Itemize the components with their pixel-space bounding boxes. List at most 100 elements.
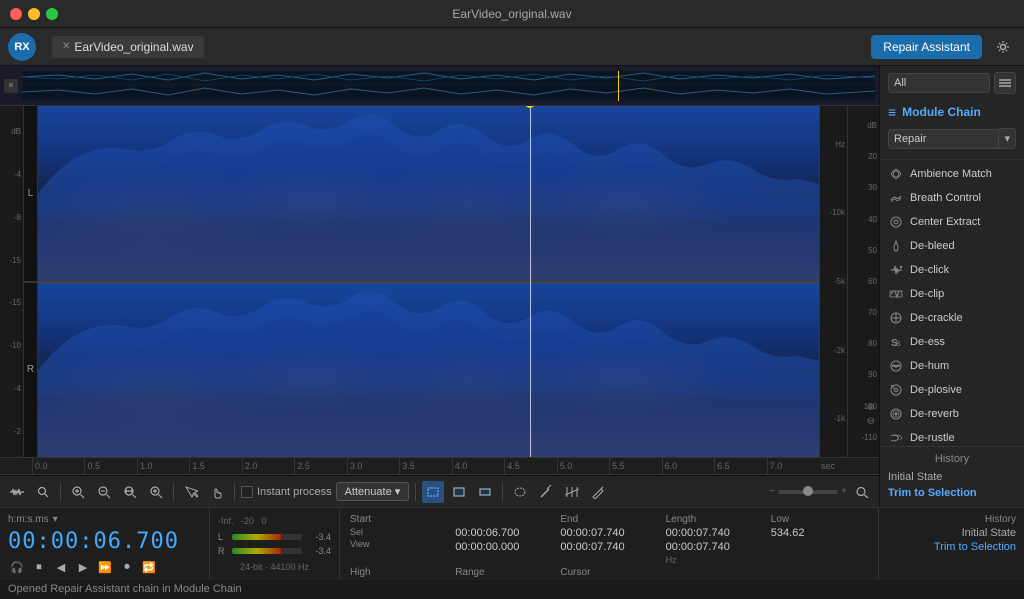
- category-select[interactable]: Repair: [888, 129, 999, 149]
- time-tick-7: 3.5: [399, 458, 451, 474]
- record-btn[interactable]: ⏺: [118, 558, 136, 576]
- channel-l-label: L: [24, 106, 38, 283]
- sel-col-end: End 00:00:07.740 00:00:07.740: [560, 514, 657, 565]
- play-btn[interactable]: ▶: [74, 558, 92, 576]
- repair-assistant-button[interactable]: Repair Assistant: [871, 35, 982, 59]
- pointer-tool-btn[interactable]: [180, 481, 202, 503]
- rect-select-btn[interactable]: [422, 481, 444, 503]
- eq-match-btn[interactable]: [561, 481, 583, 503]
- status-bar: h:m:s.ms ▾ 00:00:06.700 🎧 ⏹ ◀ ▶ ⏩ ⏺ 🔁 -I…: [0, 507, 1024, 579]
- pencil-tool-btn[interactable]: [587, 481, 609, 503]
- de-crackle-icon: [888, 310, 904, 326]
- zoom-plus-icon[interactable]: +: [841, 486, 847, 497]
- module-item-de-reverb[interactable]: De-reverb: [880, 402, 1024, 426]
- module-item-de-plosive[interactable]: De-plosive: [880, 378, 1024, 402]
- hand-tool-btn[interactable]: [206, 481, 228, 503]
- time-select-btn[interactable]: [448, 481, 470, 503]
- sel-col-length: Length 00:00:07.740 00:00:07.740 Hz: [666, 514, 763, 565]
- time-tick-10: 5.0: [557, 458, 609, 474]
- category-select-row: Repair ▾: [888, 128, 1016, 149]
- instant-process-checkbox[interactable]: [241, 486, 253, 498]
- separator-3: [234, 483, 235, 501]
- window-title: EarVideo_original.wav: [452, 7, 571, 21]
- module-item-de-rustle[interactable]: De-rustle: [880, 426, 1024, 446]
- zoom-selection-btn[interactable]: [145, 481, 167, 503]
- status-message-bar: Opened Repair Assistant chain in Module …: [0, 579, 1024, 599]
- magic-wand-btn[interactable]: [535, 481, 557, 503]
- history-item-initial[interactable]: Initial State: [888, 469, 1016, 485]
- zoom-in-h-btn[interactable]: [67, 481, 89, 503]
- module-item-de-hum[interactable]: De-hum: [880, 354, 1024, 378]
- history-entry-trim[interactable]: Trim to Selection: [887, 541, 1016, 553]
- zoom-out-h-icon: [97, 485, 111, 499]
- module-item-breath-control[interactable]: Breath Control: [880, 186, 1024, 210]
- de-ess-icon: S S: [888, 334, 904, 350]
- lasso-tool-btn[interactable]: [509, 481, 531, 503]
- module-item-de-clip[interactable]: De-clip: [880, 282, 1024, 306]
- spectrogram-channel-r[interactable]: [38, 283, 819, 458]
- module-item-de-crackle[interactable]: De-crackle: [880, 306, 1024, 330]
- sel-start-header: Start: [350, 514, 447, 525]
- zoom-full-btn[interactable]: [119, 481, 141, 503]
- zoom-slider[interactable]: [778, 490, 838, 494]
- maximize-button[interactable]: [46, 8, 58, 20]
- de-bleed-label: De-bleed: [910, 240, 1016, 252]
- category-dropdown-arrow[interactable]: ▾: [999, 128, 1016, 149]
- forward-btn[interactable]: ⏩: [96, 558, 114, 576]
- menu-icon-button[interactable]: [994, 72, 1016, 94]
- de-plosive-label: De-plosive: [910, 384, 1016, 396]
- time-tick-14: 7.0: [767, 458, 819, 474]
- zoom-in-icon[interactable]: ⊕: [867, 402, 875, 413]
- attenuate-button[interactable]: Attenuate ▾: [336, 482, 410, 501]
- mini-close-btn[interactable]: ✕: [4, 79, 18, 93]
- spectrogram-channel-l[interactable]: [38, 106, 819, 283]
- instant-process-area: Instant process Attenuate ▾: [241, 482, 409, 501]
- menu-lines-icon: [999, 78, 1011, 88]
- de-ess-label: De-ess: [910, 336, 1016, 348]
- levels-area: -Inf. -20 0 L -3.4 R -3.4 24-bit · 44100…: [210, 508, 340, 579]
- zoom-slider-btn[interactable]: [32, 481, 54, 503]
- filter-all-select[interactable]: All: [888, 73, 990, 93]
- zoom-minus-icon[interactable]: −: [769, 486, 775, 497]
- close-button[interactable]: [10, 8, 22, 20]
- ambience-match-label: Ambience Match: [910, 168, 1016, 180]
- history-entry-initial[interactable]: Initial State: [887, 527, 1016, 539]
- module-item-de-ess[interactable]: S S De-ess: [880, 330, 1024, 354]
- loop-btn[interactable]: 🔁: [140, 558, 158, 576]
- de-reverb-icon: [888, 406, 904, 422]
- svg-text:S: S: [896, 341, 901, 348]
- view-end-value: 00:00:07.740: [560, 541, 657, 553]
- waveform-view-btn[interactable]: [6, 481, 28, 503]
- time-format-label: h:m:s.ms: [8, 514, 49, 525]
- bottom-toolbar: Instant process Attenuate ▾: [0, 475, 879, 507]
- channel-labels: L R: [24, 106, 38, 457]
- zoom-fit-btn[interactable]: [851, 481, 873, 503]
- file-tab[interactable]: ✕ EarVideo_original.wav: [52, 36, 204, 58]
- module-item-ambience-match[interactable]: Ambience Match: [880, 162, 1024, 186]
- spectrogram-container[interactable]: dB -4 -8 -15 -15 -10 -4 -2 L R: [0, 106, 879, 457]
- rx-logo: RX: [8, 33, 36, 61]
- tab-close-icon[interactable]: ✕: [62, 41, 70, 52]
- level-fill-l: [232, 534, 281, 540]
- attenuate-label: Attenuate: [345, 486, 392, 498]
- de-rustle-label: De-rustle: [910, 432, 1016, 444]
- module-item-center-extract[interactable]: Center Extract: [880, 210, 1024, 234]
- rewind-btn[interactable]: ◀: [52, 558, 70, 576]
- zoom-out-h-btn[interactable]: [93, 481, 115, 503]
- minimize-button[interactable]: [28, 8, 40, 20]
- stop-btn[interactable]: ⏹: [30, 558, 48, 576]
- freq-select-btn[interactable]: [474, 481, 496, 503]
- settings-icon-button[interactable]: [990, 34, 1016, 60]
- history-item-trim[interactable]: Trim to Selection: [888, 485, 1016, 501]
- spectrogram-main[interactable]: [38, 106, 819, 457]
- view-row-label: View: [350, 539, 447, 549]
- mini-wave-canvas[interactable]: [22, 71, 875, 101]
- tab-area: ✕ EarVideo_original.wav: [52, 36, 863, 58]
- time-tick-0: 0.0: [32, 458, 84, 474]
- module-item-de-click[interactable]: De-click: [880, 258, 1024, 282]
- zoom-out-icon[interactable]: ⊖: [867, 416, 875, 427]
- headphones-btn[interactable]: 🎧: [8, 558, 26, 576]
- time-format-arrow[interactable]: ▾: [53, 514, 58, 525]
- module-item-de-bleed[interactable]: De-bleed: [880, 234, 1024, 258]
- status-message: Opened Repair Assistant chain in Module …: [8, 583, 242, 595]
